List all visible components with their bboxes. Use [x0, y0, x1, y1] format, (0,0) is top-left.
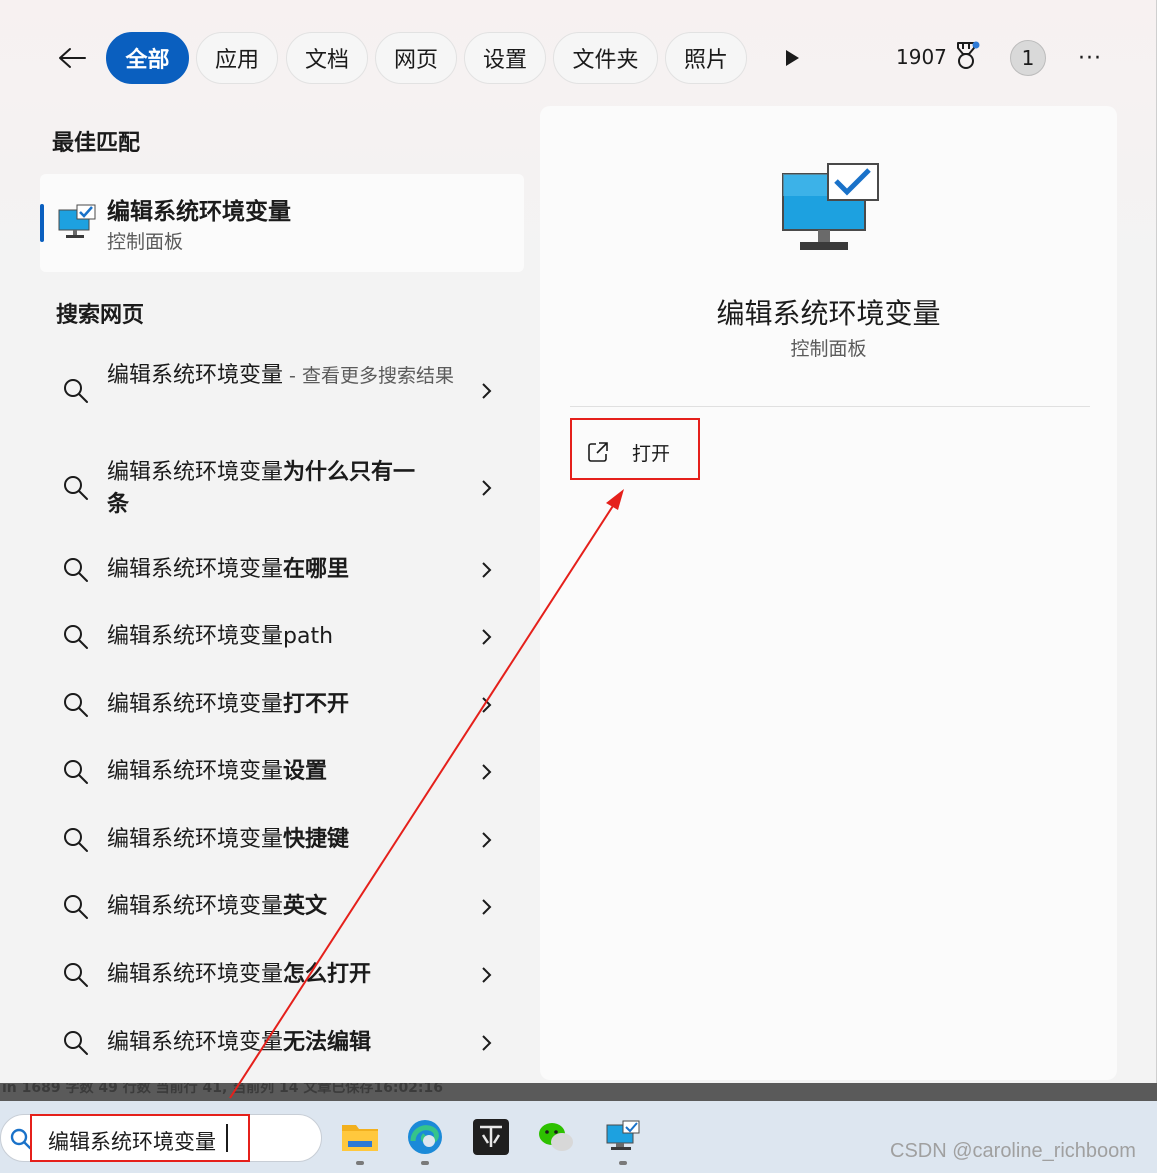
preview-panel: 编辑系统环境变量 控制面板 打开 — [540, 106, 1117, 1080]
tab-folders[interactable]: 文件夹 — [553, 32, 658, 84]
tab-all[interactable]: 全部 — [106, 32, 189, 84]
tab-photos[interactable]: 照片 — [665, 32, 747, 84]
tab-web[interactable]: 网页 — [375, 32, 457, 84]
background-status-bar: ın 1689 字数 49 行数 当前行 41, 当前列 14 文章已保存16:… — [0, 1083, 1157, 1101]
web-result-item[interactable]: 编辑系统环境变量打不开 — [50, 689, 520, 721]
web-result-label: 编辑系统环境变量怎么打开 — [107, 962, 372, 987]
chevron-right-icon — [482, 480, 492, 496]
monitor-check-icon — [58, 204, 96, 238]
search-icon — [64, 963, 88, 987]
running-indicator — [619, 1161, 627, 1165]
selection-indicator — [40, 204, 44, 242]
back-arrow-icon — [59, 48, 86, 68]
chevron-right-icon — [482, 562, 492, 578]
monitor-check-icon — [782, 163, 879, 250]
web-result-label: 编辑系统环境变量path — [107, 624, 334, 649]
web-result-item[interactable]: 编辑系统环境变量设置 — [50, 756, 520, 788]
search-icon — [64, 693, 88, 717]
preview-title: 编辑系统环境变量 — [716, 297, 941, 330]
status-text: ın 1689 字数 49 行数 当前行 41, 当前列 14 文章已保存16:… — [2, 1083, 444, 1096]
web-result-label: 编辑系统环境变量英文 — [107, 894, 328, 919]
chevron-right-icon — [482, 1035, 492, 1051]
chevron-right-icon — [482, 899, 492, 915]
best-match-heading: 最佳匹配 — [52, 131, 141, 156]
wechat-icon[interactable] — [536, 1117, 576, 1157]
open-label: 打开 — [632, 443, 671, 465]
web-result-label: 编辑系统环境变量无法编辑 — [107, 1030, 372, 1055]
best-match-title: 编辑系统环境变量 — [107, 199, 291, 225]
divider — [570, 406, 1090, 407]
preview-subtitle: 控制面板 — [790, 338, 867, 360]
web-result-item[interactable]: 编辑系统环境变量path — [50, 621, 520, 653]
text-caret — [226, 1124, 228, 1152]
tab-documents[interactable]: 文档 — [286, 32, 368, 84]
search-input-value: 编辑系统环境变量 — [48, 1130, 216, 1154]
chevron-right-icon — [482, 967, 492, 983]
filter-bar: 全部 应用 文档 网页 设置 文件夹 照片 1907 1 ··· — [0, 30, 1157, 86]
search-icon — [64, 625, 88, 649]
back-button[interactable] — [50, 40, 94, 76]
tab-apps[interactable]: 应用 — [196, 32, 278, 84]
open-external-icon — [588, 442, 608, 462]
web-result-item[interactable]: 编辑系统环境变量 - 查看更多搜索结果 — [50, 360, 520, 424]
web-result-label: 编辑系统环境变量设置 — [107, 759, 328, 784]
chevron-right-icon — [482, 697, 492, 713]
play-icon — [786, 50, 799, 66]
web-result-item[interactable]: 编辑系统环境变量怎么打开 — [50, 959, 520, 991]
web-result-item[interactable]: 编辑系统环境变量在哪里 — [50, 554, 520, 586]
edge-icon[interactable] — [405, 1117, 445, 1157]
jetbrains-icon[interactable] — [471, 1117, 511, 1157]
web-result-label: 编辑系统环境变量 - 查看更多搜索结果 — [107, 363, 454, 388]
web-result-item[interactable]: 编辑系统环境变量快捷键 — [50, 824, 520, 856]
watermark: CSDN @caroline_richboom — [890, 1140, 1136, 1162]
running-indicator — [356, 1161, 364, 1165]
search-icon — [64, 828, 88, 852]
open-button[interactable]: 打开 — [570, 418, 700, 480]
best-match-subtitle: 控制面板 — [107, 231, 184, 253]
search-flyout: 全部 应用 文档 网页 设置 文件夹 照片 1907 1 ··· 最佳匹配 编辑… — [0, 0, 1157, 1083]
web-result-label: 编辑系统环境变量在哪里 — [107, 557, 350, 582]
search-icon — [64, 1031, 88, 1055]
search-icon — [64, 558, 88, 582]
search-icon — [64, 895, 88, 919]
rewards-points: 1907 — [896, 45, 947, 69]
web-result-item[interactable]: 编辑系统环境变量无法编辑 — [50, 1027, 520, 1059]
chevron-right-icon — [482, 832, 492, 848]
best-match-result[interactable]: 编辑系统环境变量 控制面板 — [40, 174, 524, 272]
tab-settings[interactable]: 设置 — [464, 32, 546, 84]
web-result-label: 编辑系统环境变量打不开 — [107, 692, 350, 717]
file-explorer-icon[interactable] — [340, 1117, 380, 1157]
chevron-right-icon — [482, 764, 492, 780]
running-indicator — [421, 1161, 429, 1165]
web-search-heading: 搜索网页 — [56, 303, 145, 328]
web-result-item[interactable]: 编辑系统环境变量英文 — [50, 891, 520, 923]
web-result-label: 编辑系统环境变量为什么只有一条 — [107, 460, 416, 517]
rewards-trophy-icon[interactable] — [952, 40, 982, 72]
more-tabs-button[interactable] — [778, 44, 806, 72]
web-result-label: 编辑系统环境变量快捷键 — [107, 827, 350, 852]
chevron-right-icon — [482, 629, 492, 645]
system-properties-icon[interactable] — [603, 1117, 643, 1157]
search-icon — [64, 760, 88, 784]
chevron-right-icon — [482, 383, 492, 399]
search-input[interactable]: 编辑系统环境变量 — [30, 1114, 250, 1162]
more-options-button[interactable]: ··· — [1070, 40, 1110, 76]
search-icon — [64, 379, 88, 403]
search-icon — [64, 476, 88, 500]
web-result-item[interactable]: 编辑系统环境变量为什么只有一条 — [50, 457, 520, 521]
avatar[interactable]: 1 — [1010, 40, 1046, 76]
